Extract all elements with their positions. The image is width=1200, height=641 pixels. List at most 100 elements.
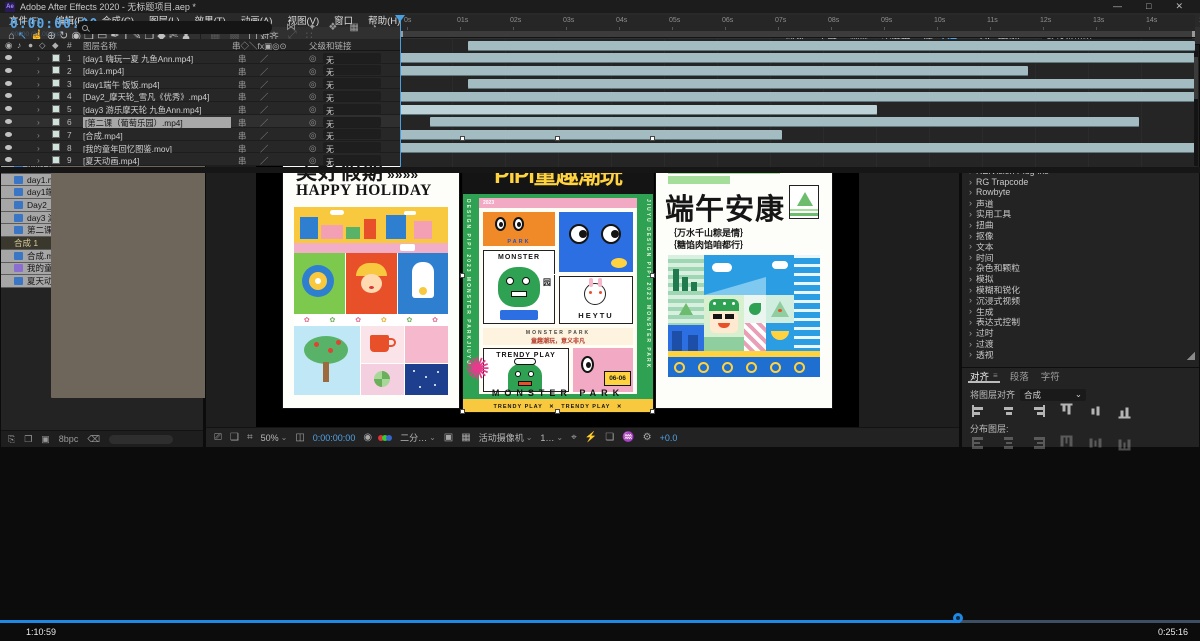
timeline-layer-row[interactable]: › 2 [day1.mp4] 串／ ◎ 无 ⌄ (0, 63, 400, 77)
zoom-select[interactable]: 50% (261, 433, 288, 443)
pickwhip-icon[interactable]: ◎ (309, 117, 316, 127)
poster-dragon-boat[interactable]: DRAGON BOAT FESTIVAL 端午安康 ｛万水千山粽是情｝ ｛糖馅肉… (656, 143, 832, 408)
resolution-select[interactable]: 二分… (400, 431, 436, 444)
frame-blending-icon[interactable]: ❖ (328, 22, 337, 33)
graph-editor-icon[interactable]: ◔ (371, 22, 377, 33)
pickwhip-icon[interactable]: ◎ (309, 53, 316, 63)
close-button[interactable]: ✕ (1175, 1, 1183, 12)
effects-category[interactable]: › RG Trapcode (962, 176, 1195, 187)
layer-duration-bar[interactable] (400, 66, 1029, 77)
align-button-t[interactable] (1060, 403, 1073, 419)
pickwhip-icon[interactable]: ◎ (309, 155, 316, 165)
align-button-b[interactable] (1118, 403, 1131, 419)
work-area-bar[interactable] (400, 31, 1195, 37)
selection-handle[interactable] (460, 273, 465, 278)
exposure-reset-icon[interactable]: ⚙ (643, 432, 652, 443)
effects-category[interactable]: › 抠像 (962, 230, 1195, 242)
eye-icon[interactable] (5, 131, 12, 137)
trash-icon[interactable]: ⌫ (87, 434, 100, 445)
label-swatch[interactable] (52, 53, 60, 62)
ruler-grid-icon[interactable]: ◫ (295, 432, 304, 443)
distribute-button-m[interactable] (1089, 436, 1102, 451)
eye-icon[interactable] (5, 106, 12, 112)
effects-category[interactable]: › 透视 (962, 349, 1195, 359)
new-folder-icon[interactable]: ❒ (24, 434, 32, 445)
align-button-r[interactable] (1030, 405, 1045, 417)
align-button-l[interactable] (972, 405, 987, 417)
timeline-layer-row[interactable]: › 5 [day3 游乐摩天轮 九鱼Ann.mp4] 串／ ◎ 无 ⌄ (0, 102, 400, 116)
parent-select[interactable]: 无 ⌄ (323, 103, 381, 116)
parent-select[interactable]: 无 ⌄ (323, 154, 381, 167)
timeline-layer-row[interactable]: › 6 [第二课（葡萄乐园）.mp4] 串／ ◎ 无 ⌄ (0, 115, 400, 129)
layer-duration-bar[interactable] (400, 104, 877, 115)
playhead-line[interactable] (400, 15, 401, 167)
quality-switch-icon[interactable]: 串 (238, 155, 246, 167)
expand-chevron-icon[interactable]: › (37, 91, 40, 101)
effects-category[interactable]: › 过时 (962, 327, 1195, 339)
timeline-search[interactable] (77, 21, 272, 34)
distribute-button-c[interactable] (1001, 437, 1016, 450)
eye-icon[interactable] (5, 67, 12, 73)
label-swatch[interactable] (52, 143, 60, 152)
expand-chevron-icon[interactable]: › (37, 53, 40, 63)
anchor-point[interactable] (553, 270, 562, 279)
eye-icon[interactable] (5, 80, 12, 86)
distribute-button-l[interactable] (972, 437, 987, 450)
poster-happy-holiday[interactable]: 美好假期 »»»» HAPPY HOLIDAY (283, 143, 459, 408)
region-of-interest-icon[interactable]: ▣ (444, 432, 453, 443)
label-swatch[interactable] (52, 130, 60, 139)
effects-category[interactable]: › 文本 (962, 241, 1195, 252)
transparency-grid-icon[interactable]: ▦ (461, 432, 470, 443)
timeline-track-area[interactable] (400, 39, 1195, 167)
eye-icon[interactable] (5, 157, 12, 163)
timeline-button-icon[interactable]: ❏ (605, 432, 614, 443)
pickwhip-icon[interactable]: ◎ (309, 91, 316, 101)
layer-duration-bar[interactable] (400, 142, 1195, 153)
layer-duration-bar[interactable] (400, 130, 782, 141)
expand-chevron-icon[interactable]: › (37, 143, 40, 153)
footer-scrollbar[interactable] (109, 434, 174, 444)
always-preview-icon[interactable]: ⎚ (214, 432, 222, 443)
layer-duration-bar[interactable] (467, 40, 1195, 51)
timeline-layer-row[interactable]: › 3 [day1端午 饭饭.mp4] 串／ ◎ 无 ⌄ (0, 76, 400, 90)
pickwhip-icon[interactable]: ◎ (309, 130, 316, 140)
effects-category[interactable]: › 表达式控制 (962, 317, 1195, 328)
selection-handle[interactable] (650, 409, 655, 414)
project-item[interactable]: 合成 1 (1, 72, 654, 398)
tab-align[interactable]: 对齐 ≡ (968, 368, 1000, 383)
player-playhead-knob[interactable] (953, 613, 963, 623)
label-swatch[interactable] (52, 104, 60, 113)
parent-select[interactable]: 无 ⌄ (323, 52, 381, 65)
label-swatch[interactable] (52, 117, 60, 126)
effects-category[interactable]: › 实用工具 (962, 209, 1195, 220)
minimize-button[interactable]: — (1113, 1, 1122, 12)
parent-select[interactable]: 无 ⌄ (323, 142, 381, 154)
selection-handle[interactable] (460, 409, 465, 414)
new-composition-icon[interactable]: ▣ (41, 434, 50, 445)
pickwhip-icon[interactable]: ◎ (309, 66, 316, 76)
timeline-layer-row[interactable]: › 4 [Day2_摩天轮_雪凡《优秀》.mp4] 串／ ◎ 无 ⌄ (0, 89, 400, 103)
eye-icon[interactable] (5, 144, 12, 150)
distribute-button-r[interactable] (1030, 437, 1045, 450)
project-bitdepth[interactable]: 8bpc (59, 434, 79, 444)
mask-visibility-icon[interactable]: ⌗ (247, 432, 253, 443)
viewer-timecode[interactable]: 0:00:00:00 (313, 433, 356, 443)
effects-category[interactable]: › 扭曲 (962, 219, 1195, 231)
motion-blur-icon[interactable]: ▦ (349, 22, 358, 33)
tab-character[interactable]: 字符 (1039, 368, 1062, 383)
timeline-scrollbar[interactable] (1194, 51, 1198, 166)
interpret-footage-icon[interactable]: ⎘ (8, 434, 15, 445)
expand-chevron-icon[interactable]: › (37, 79, 40, 89)
label-swatch[interactable] (52, 79, 60, 88)
maximize-button[interactable]: □ (1146, 1, 1151, 12)
layer-duration-bar[interactable] (430, 117, 1140, 128)
label-swatch[interactable] (52, 155, 60, 164)
parent-select[interactable]: 无 ⌄ (323, 129, 381, 141)
effects-category[interactable]: › Rowbyte (962, 187, 1195, 198)
snapshot-icon[interactable]: ◉ (363, 432, 372, 443)
parent-select[interactable]: 无 ⌄ (323, 78, 381, 90)
timeline-layer-row[interactable]: › 1 [day1 嗨玩一夏 九鱼Ann.mp4] 串／ ◎ 无 ⌄ (0, 51, 400, 65)
expand-chevron-icon[interactable]: › (37, 117, 40, 127)
resize-grip[interactable] (1186, 351, 1195, 360)
pixel-aspect-icon[interactable]: ⌖ (571, 432, 577, 443)
